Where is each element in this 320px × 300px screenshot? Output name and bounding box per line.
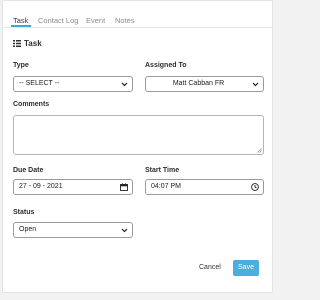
assigned-to-select[interactable]: Matt Cabban FR xyxy=(145,76,264,92)
assigned-to-value: Matt Cabban FR xyxy=(172,80,225,87)
start-time-label: Start Time xyxy=(145,167,180,174)
clock-icon[interactable] xyxy=(251,183,259,191)
start-time-value: 04:07 PM xyxy=(151,183,181,190)
task-card: Task Contact Log Event Notes Task Type -… xyxy=(2,0,273,293)
tab-contact-log[interactable]: Contact Log xyxy=(38,16,78,25)
list-icon xyxy=(13,40,21,47)
status-label: Status xyxy=(13,209,35,216)
cancel-button[interactable]: Cancel xyxy=(199,264,221,271)
tab-notes[interactable]: Notes xyxy=(115,16,135,25)
status-select[interactable]: Open xyxy=(13,222,133,238)
section-title-label: Task xyxy=(24,39,42,48)
due-date-value: 27 - 09 - 2021 xyxy=(19,183,63,190)
type-select[interactable]: -- SELECT -- xyxy=(13,76,133,92)
chevron-down-icon xyxy=(252,82,259,87)
comments-label: Comments xyxy=(13,101,50,108)
comments-textarea[interactable] xyxy=(13,115,264,155)
section-title: Task xyxy=(13,39,42,48)
save-button[interactable]: Save xyxy=(233,260,259,276)
active-tab-indicator xyxy=(11,25,31,27)
due-date-input[interactable]: 27 - 09 - 2021 xyxy=(13,179,133,195)
assigned-to-label: Assigned To xyxy=(145,62,187,69)
start-time-input[interactable]: 04:07 PM xyxy=(145,179,264,195)
due-date-label: Due Date xyxy=(13,167,44,174)
type-select-value: -- SELECT -- xyxy=(19,80,60,87)
chevron-down-icon xyxy=(121,82,128,87)
chevron-down-icon xyxy=(121,228,128,233)
calendar-icon[interactable] xyxy=(120,183,128,191)
footer-divider xyxy=(3,250,272,251)
tab-event[interactable]: Event xyxy=(86,16,105,25)
status-select-value: Open xyxy=(19,226,37,233)
type-label: Type xyxy=(13,62,29,69)
resize-handle-icon[interactable] xyxy=(257,148,262,153)
tab-bar: Task Contact Log Event Notes xyxy=(3,1,272,28)
tab-task[interactable]: Task xyxy=(13,16,28,25)
